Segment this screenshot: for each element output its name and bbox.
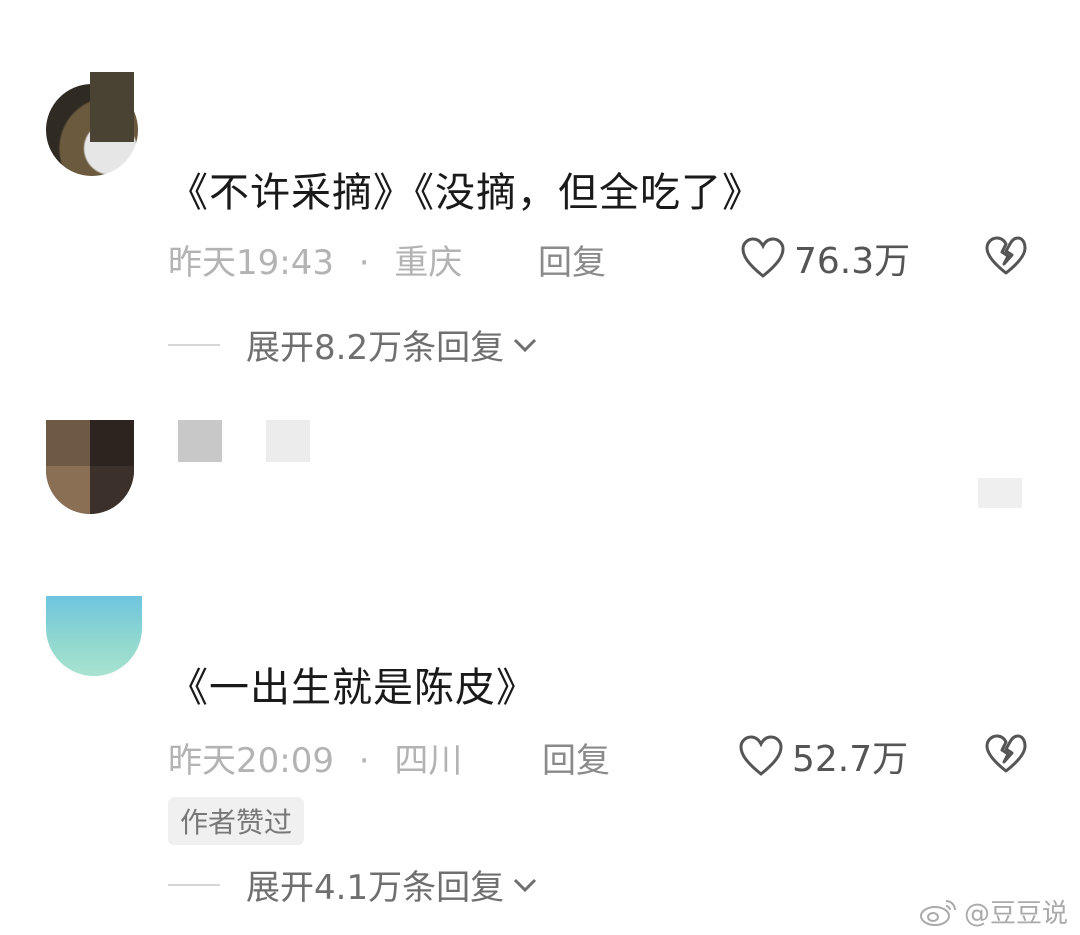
redacted-name-block: [178, 420, 222, 462]
comment-location: 重庆: [394, 243, 463, 283]
heart-outline-icon: [739, 735, 783, 776]
comment-text: 《不许采摘》《没摘，但全吃了》: [168, 170, 763, 216]
broken-heart-icon[interactable]: [984, 235, 1028, 277]
like-button[interactable]: 76.3万: [740, 232, 910, 284]
like-button[interactable]: 52.7万: [738, 730, 908, 782]
expand-replies[interactable]: 展开4.1万条回复: [168, 860, 538, 909]
expand-replies[interactable]: 展开8.2万条回复: [168, 320, 538, 369]
avatar-pixel-block: [46, 466, 90, 514]
redacted-block: [978, 478, 1022, 508]
weibo-logo-icon: [919, 899, 956, 926]
avatar[interactable]: [46, 596, 142, 676]
redacted-name-block: [266, 420, 310, 462]
heart-outline-icon: [741, 237, 785, 278]
like-count: 52.7万: [792, 739, 909, 780]
comment-time: 昨天20:09: [168, 741, 334, 781]
avatar[interactable]: [46, 420, 134, 514]
meta-separator: ·: [358, 741, 370, 781]
like-count: 76.3万: [794, 241, 911, 282]
chevron-down-icon: [514, 878, 537, 892]
comment-text: 《一出生就是陈皮》: [168, 665, 537, 711]
expand-replies-label: 展开8.2万条回复: [246, 328, 505, 368]
broken-heart-icon[interactable]: [984, 733, 1028, 775]
avatar-overlay: [90, 72, 134, 142]
chevron-down-icon: [514, 338, 537, 352]
expand-replies-label: 展开4.1万条回复: [246, 868, 505, 908]
reply-button[interactable]: 回复: [538, 235, 606, 284]
comment-meta: 昨天20:09 · 四川: [168, 733, 462, 782]
comment-meta: 昨天19:43 · 重庆: [168, 235, 462, 284]
reply-button[interactable]: 回复: [542, 733, 610, 782]
comment-time: 昨天19:43: [168, 243, 334, 283]
comment-location: 四川: [394, 741, 463, 781]
watermark-text: @豆豆说: [963, 899, 1068, 929]
comment-list: 《不许采摘》《没摘，但全吃了》 昨天19:43 · 重庆 回复 76.3万 展开…: [0, 0, 1080, 935]
author-liked-badge: 作者赞过: [168, 797, 305, 845]
avatar-pixel-block: [90, 466, 134, 514]
divider-line: [168, 343, 220, 346]
divider-line: [168, 883, 220, 886]
meta-separator: ·: [358, 243, 370, 283]
watermark: @豆豆说: [918, 893, 1068, 930]
